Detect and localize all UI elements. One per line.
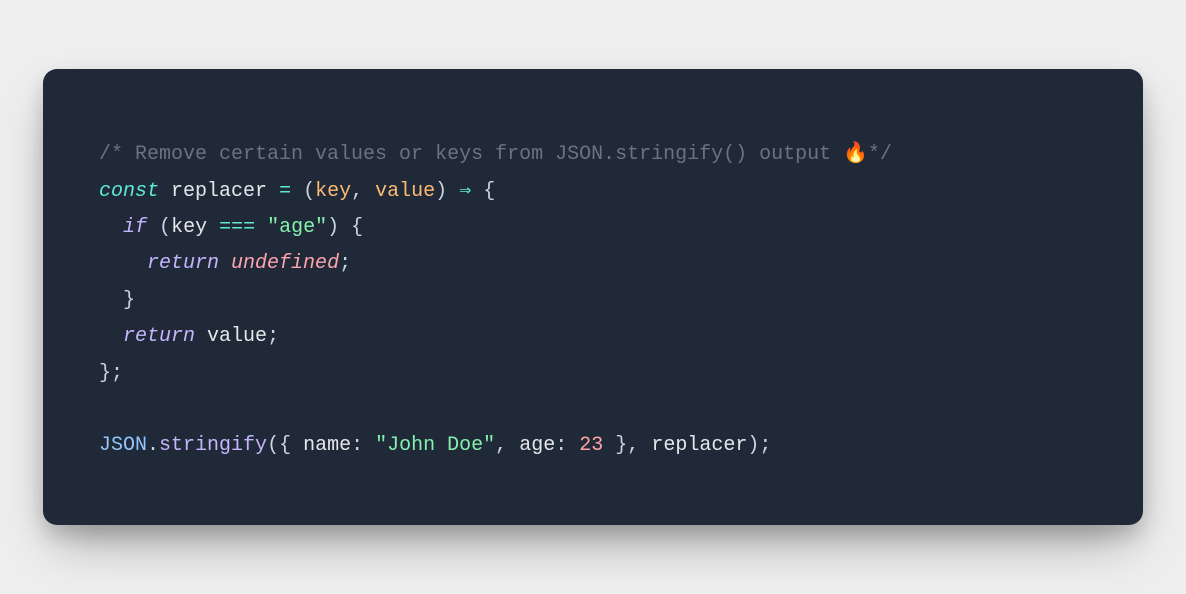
fn-stringify: stringify [159,434,267,457]
id-json: JSON [99,434,147,457]
param-value: value [375,180,435,203]
arrow: ⇒ [459,180,471,203]
paren-open-2: ( [159,216,171,239]
semi-4: ; [759,434,771,457]
obj-close: } [603,434,627,457]
paren-close-3: ) [747,434,759,457]
comma: , [351,180,363,203]
str-age: "age" [267,216,327,239]
paren-close-2: ) [327,216,339,239]
semi-1: ; [339,252,351,275]
id-replacer: replacer [171,180,267,203]
comment-close: */ [868,143,892,166]
fire-icon: 🔥 [843,143,868,166]
id-key: key [171,216,207,239]
semi-3: ; [111,362,123,385]
code-card: /* Remove certain values or keys from JS… [43,69,1143,525]
kw-return-2: return [123,325,195,348]
obj-open: { [279,434,303,457]
colon-2: : [555,434,567,457]
undefined: undefined [231,252,339,275]
id-value: value [207,325,267,348]
kw-if: if [123,216,147,239]
str-john: "John Doe" [375,434,495,457]
op-eq: === [219,216,255,239]
prop-name: name [303,434,351,457]
colon-1: : [351,434,363,457]
comma-3: , [627,434,639,457]
paren-open: ( [303,180,315,203]
param-key: key [315,180,351,203]
comment-line: /* Remove certain values or keys from JS… [99,143,892,166]
brace-open-2: { [351,216,363,239]
op-assign: = [279,180,291,203]
paren-open-3: ( [267,434,279,457]
brace-open: { [483,180,495,203]
kw-const: const [99,180,159,203]
num-23: 23 [579,434,603,457]
comment-open: /* [99,143,135,166]
kw-return: return [147,252,219,275]
semi-2: ; [267,325,279,348]
brace-close-2: } [123,289,135,312]
brace-close: } [99,362,111,385]
prop-age: age [519,434,555,457]
id-replacer-2: replacer [651,434,747,457]
code-block: /* Remove certain values or keys from JS… [99,137,1087,465]
comma-2: , [495,434,507,457]
paren-close: ) [435,180,447,203]
comment-text: Remove certain values or keys from JSON.… [135,143,843,166]
dot: . [147,434,159,457]
